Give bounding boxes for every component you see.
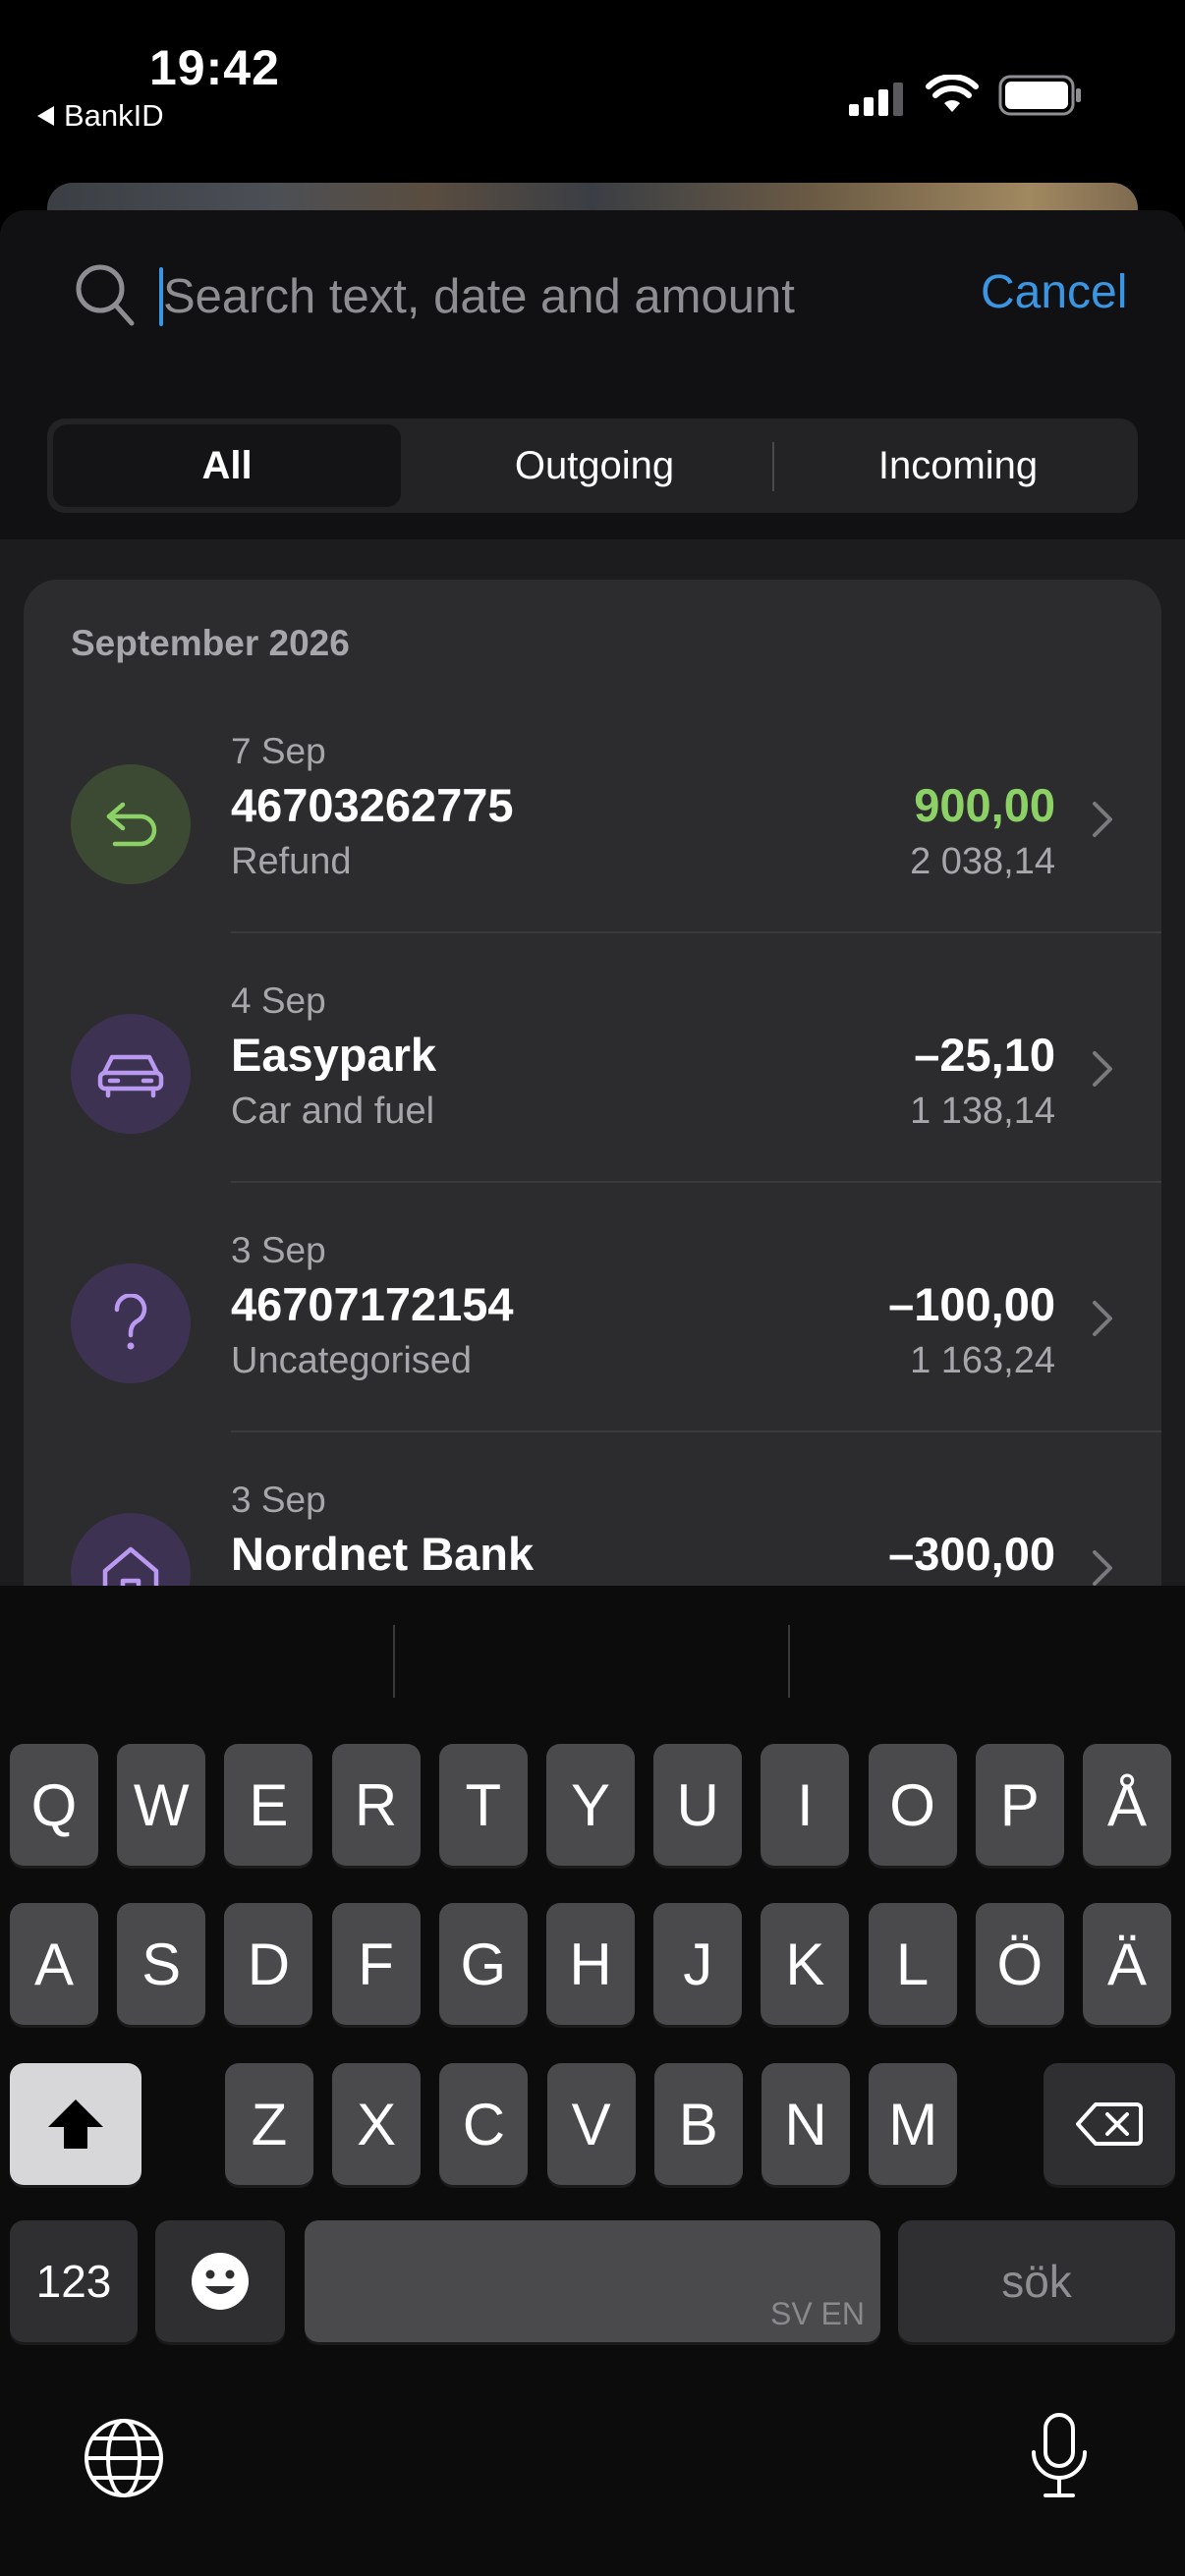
key-t[interactable]: T (438, 1744, 528, 1866)
transaction-merchant: 46707172154 (231, 1278, 514, 1330)
transaction-amount: 900,00 (914, 779, 1055, 831)
transaction-balance: 1 163,24 (910, 1340, 1055, 1381)
transaction-row[interactable]: 7 Sep 46703262775 Refund 900,00 2 038,14 (24, 684, 1161, 933)
key-a[interactable]: A (10, 1903, 98, 2025)
key-m[interactable]: M (869, 2063, 958, 2185)
transaction-amount: –25,10 (914, 1029, 1055, 1081)
status-bar: 19:42 BankID (0, 0, 1185, 147)
key-x[interactable]: X (332, 2063, 422, 2185)
transaction-row[interactable]: 3 Sep 46707172154 Uncategorised –100,00 … (24, 1183, 1161, 1432)
key-å[interactable]: Å (1083, 1744, 1171, 1866)
key-y[interactable]: Y (546, 1744, 635, 1866)
key-g[interactable]: G (438, 1903, 528, 2025)
key-c[interactable]: C (439, 2063, 529, 2185)
key-v[interactable]: V (546, 2063, 636, 2185)
key-h[interactable]: H (546, 1903, 635, 2025)
back-arrow-icon (37, 106, 54, 126)
battery-icon (998, 75, 1081, 116)
key-f[interactable]: F (331, 1903, 421, 2025)
search-input[interactable] (163, 265, 930, 328)
question-icon (71, 1263, 191, 1383)
transaction-balance: 1 138,14 (910, 1091, 1055, 1132)
wifi-icon (926, 75, 979, 112)
transaction-row[interactable]: 4 Sep Easypark Car and fuel –25,10 1 138… (24, 933, 1161, 1183)
key-j[interactable]: J (653, 1903, 743, 2025)
transaction-merchant: Nordnet Bank (231, 1528, 535, 1580)
transaction-category: Refund (231, 841, 352, 882)
emoji-icon (192, 2253, 249, 2310)
predictive-bar-divider (788, 1625, 790, 1698)
transaction-category: Uncategorised (231, 1340, 473, 1381)
status-time: 19:42 (149, 40, 280, 95)
cellular-signal-icon (849, 83, 903, 116)
search-icon (76, 264, 135, 326)
search-return-key[interactable]: sök (898, 2220, 1175, 2342)
transaction-date: 4 Sep (231, 980, 326, 1021)
key-z[interactable]: Z (225, 2063, 313, 2185)
backspace-icon (1076, 2102, 1143, 2146)
transaction-date: 7 Sep (231, 731, 326, 771)
key-k[interactable]: K (761, 1903, 850, 2025)
globe-icon[interactable] (83, 2417, 165, 2499)
transaction-balance: 2 038,14 (910, 841, 1055, 882)
month-header: September 2026 (71, 623, 350, 663)
transaction-date: 3 Sep (231, 1480, 326, 1520)
keyboard-language-label: SV EN (769, 2296, 865, 2331)
chevron-right-icon (1093, 1301, 1112, 1336)
tab-divider (772, 442, 774, 491)
key-p[interactable]: P (975, 1744, 1064, 1866)
key-u[interactable]: U (653, 1744, 743, 1866)
key-ä[interactable]: Ä (1083, 1903, 1171, 2025)
shift-arrow-icon (48, 2100, 103, 2149)
shift-key[interactable] (10, 2063, 141, 2185)
transaction-list: September 2026 7 Sep 46703262775 Refund … (24, 580, 1161, 1660)
predictive-bar-divider (393, 1625, 395, 1698)
emoji-key[interactable] (155, 2220, 285, 2342)
transaction-filter: All Outgoing Incoming (47, 419, 1138, 513)
space-key[interactable]: SV EN (305, 2220, 880, 2342)
key-i[interactable]: I (761, 1744, 850, 1866)
cancel-button[interactable]: Cancel (981, 265, 1127, 319)
key-o[interactable]: O (868, 1744, 957, 1866)
key-b[interactable]: B (653, 2063, 743, 2185)
numbers-key[interactable]: 123 (10, 2220, 138, 2342)
key-l[interactable]: L (868, 1903, 957, 2025)
tab-outgoing[interactable]: Outgoing (421, 424, 768, 507)
transaction-merchant: Easypark (231, 1029, 437, 1081)
car-icon (71, 1014, 191, 1134)
transaction-category: Car and fuel (231, 1091, 435, 1132)
key-r[interactable]: R (331, 1744, 421, 1866)
transaction-date: 3 Sep (231, 1230, 326, 1270)
key-q[interactable]: Q (10, 1744, 98, 1866)
key-e[interactable]: E (224, 1744, 313, 1866)
back-to-app-button[interactable]: BankID (37, 98, 164, 134)
tab-all[interactable]: All (53, 424, 401, 507)
refund-icon (71, 764, 191, 884)
chevron-right-icon (1093, 802, 1112, 837)
key-ö[interactable]: Ö (975, 1903, 1064, 2025)
back-app-label: BankID (64, 98, 164, 133)
microphone-icon[interactable] (1030, 2411, 1089, 2501)
transaction-amount: –100,00 (888, 1278, 1055, 1330)
key-d[interactable]: D (224, 1903, 313, 2025)
transaction-amount: –300,00 (888, 1528, 1055, 1580)
key-s[interactable]: S (117, 1903, 206, 2025)
chevron-right-icon (1093, 1051, 1112, 1087)
key-n[interactable]: N (762, 2063, 850, 2185)
chevron-right-icon (1093, 1550, 1112, 1586)
tab-incoming[interactable]: Incoming (784, 424, 1132, 507)
transaction-merchant: 46703262775 (231, 779, 514, 831)
backspace-key[interactable] (1044, 2063, 1175, 2185)
key-w[interactable]: W (117, 1744, 206, 1866)
